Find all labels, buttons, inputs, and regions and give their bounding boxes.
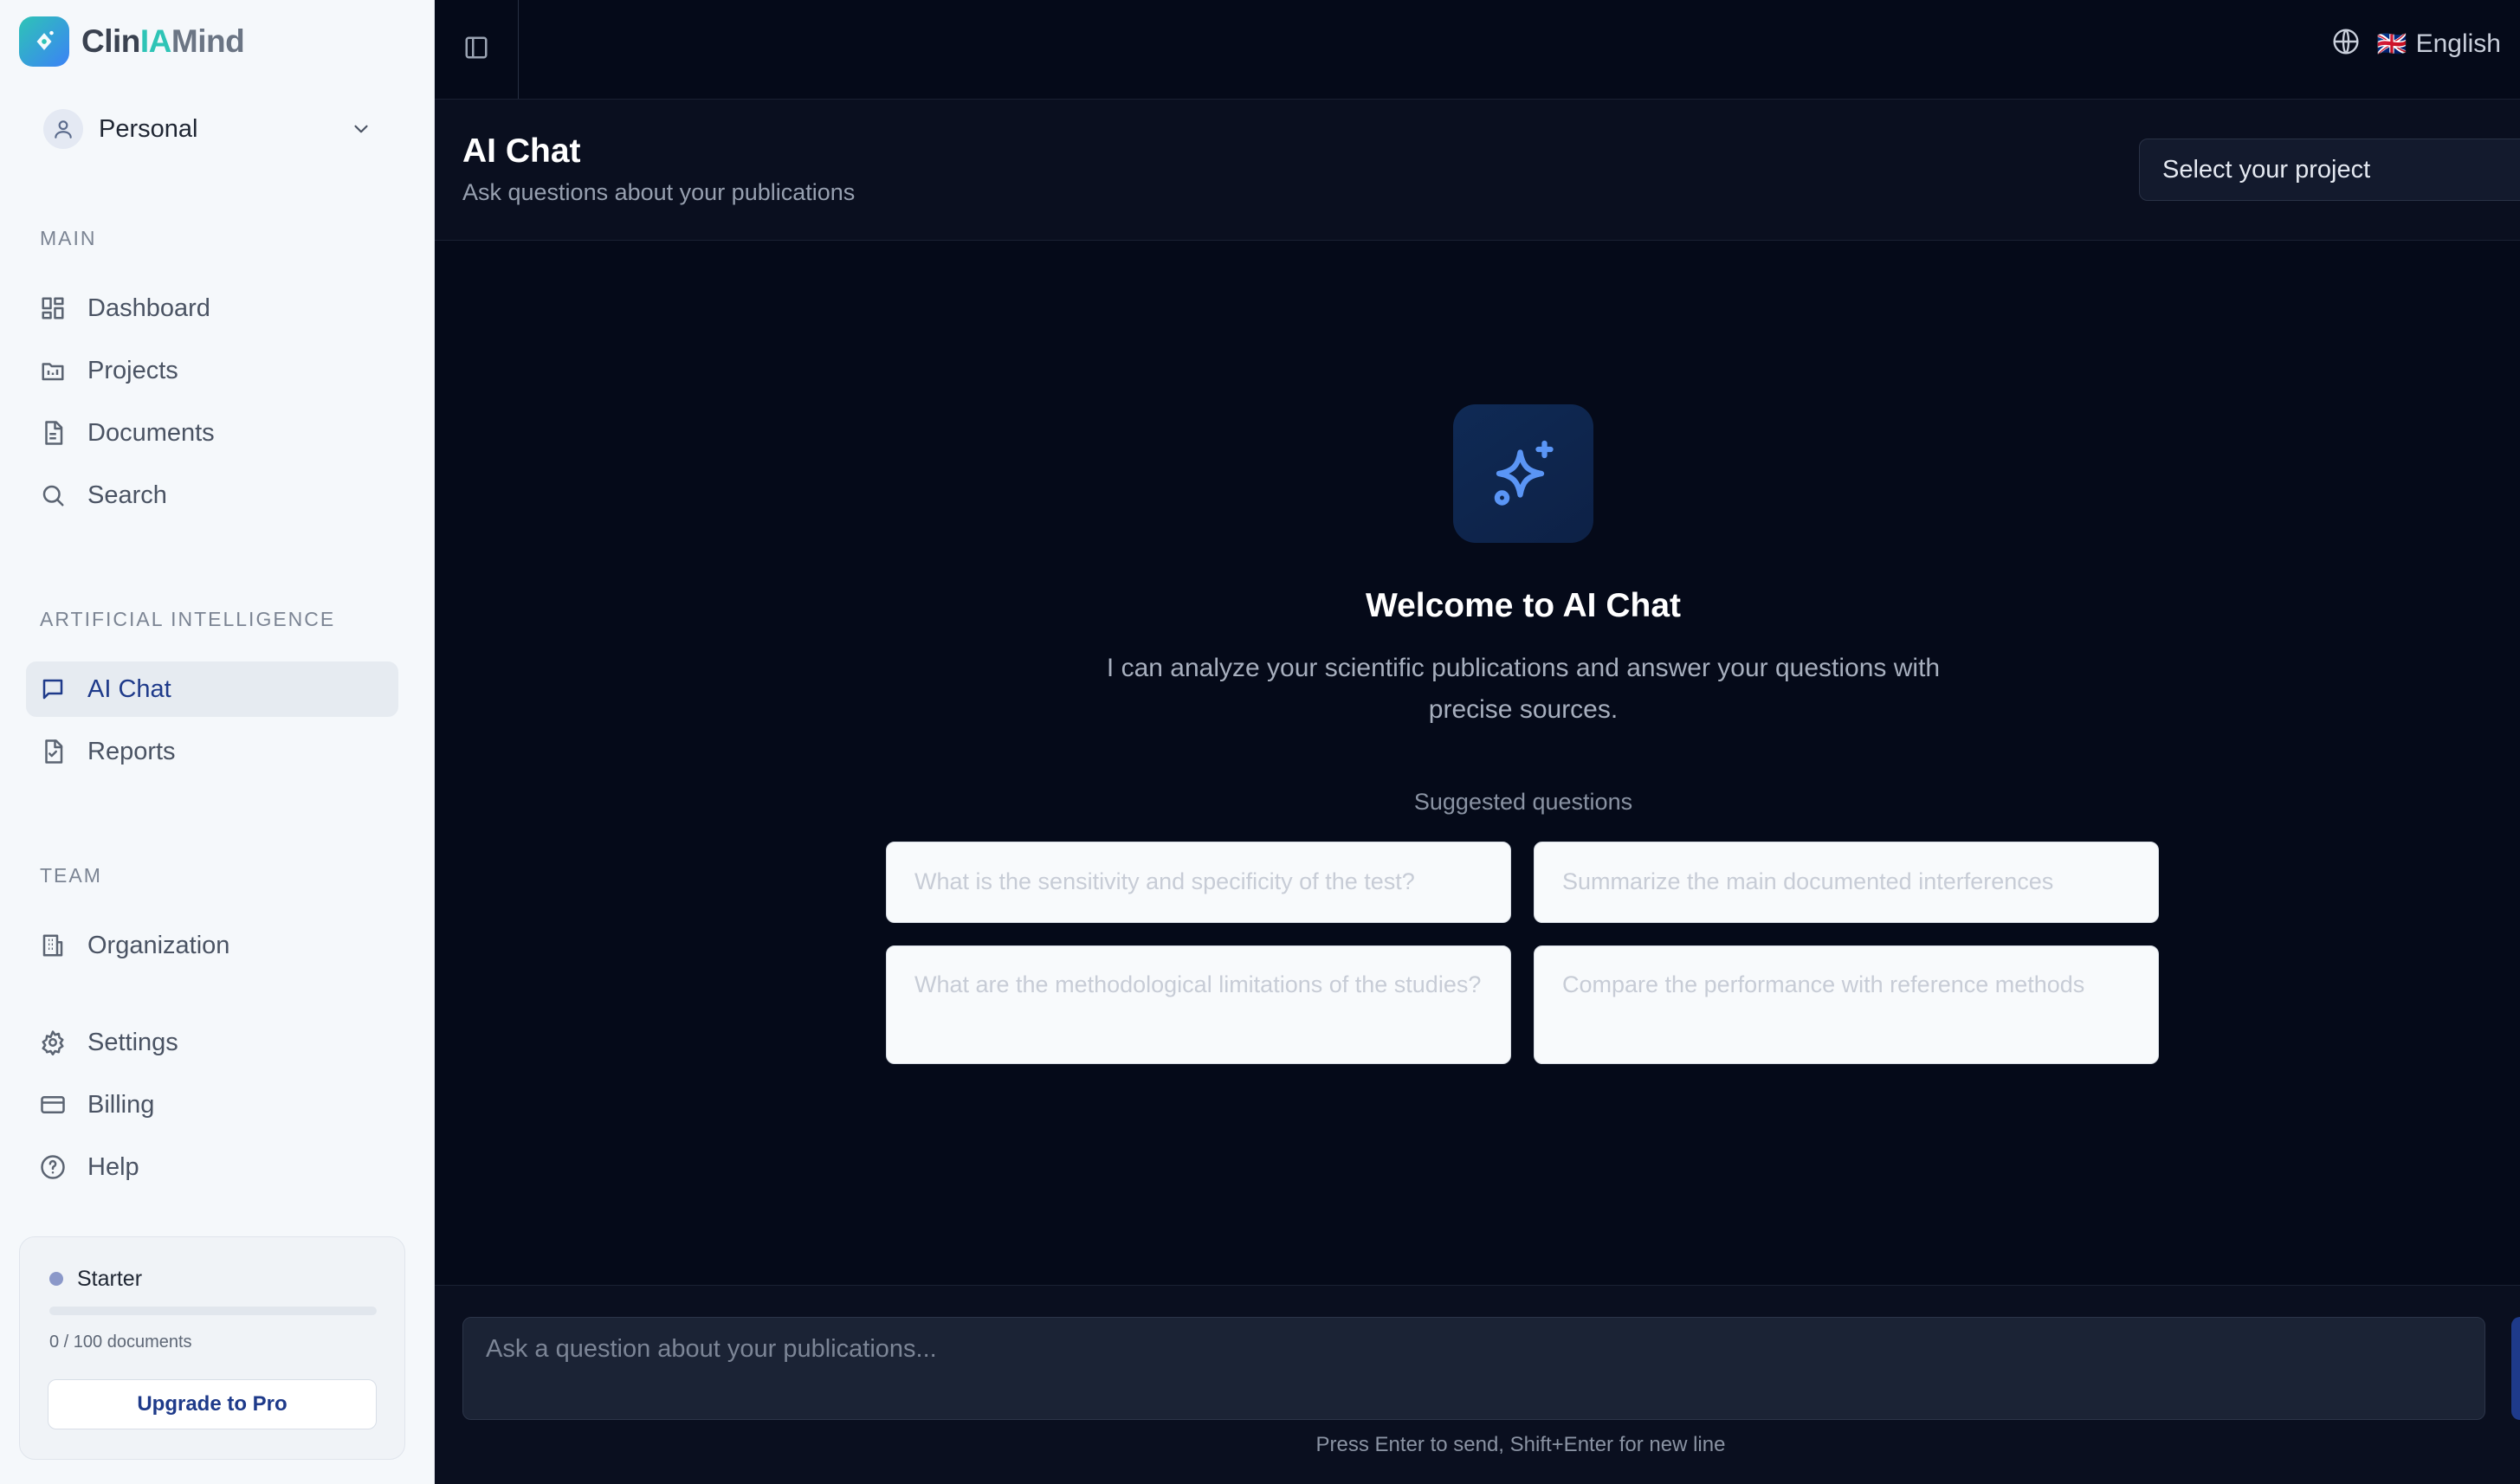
dashboard-icon — [39, 294, 67, 322]
language-selector[interactable]: 🇬🇧 English — [2332, 28, 2501, 60]
plan-usage-bar — [49, 1307, 377, 1315]
logo-text-part-3: Mind — [171, 23, 245, 59]
sidebar-item-label: Dashboard — [87, 294, 210, 322]
page-title: AI Chat — [462, 132, 581, 170]
user-icon — [43, 109, 83, 149]
plan-name: Starter — [77, 1267, 143, 1291]
globe-icon — [2332, 28, 2360, 60]
sidebar-item-reports[interactable]: Reports — [26, 724, 398, 779]
sidebar-item-help[interactable]: Help — [26, 1139, 398, 1195]
logo-text-part-1: Clin — [81, 23, 140, 59]
plan-status-dot — [49, 1272, 63, 1286]
welcome-title: Welcome to AI Chat — [1365, 587, 1682, 624]
credit-card-icon — [39, 1091, 67, 1119]
document-icon — [39, 419, 67, 447]
sidebar-item-organization[interactable]: Organization — [26, 918, 398, 973]
help-icon — [39, 1153, 67, 1181]
workspace-label: Personal — [99, 114, 198, 143]
gear-icon — [39, 1029, 67, 1056]
welcome-description: I can analyze your scientific publicatio… — [1106, 654, 1941, 724]
chevron-down-icon — [350, 118, 372, 145]
chat-input[interactable] — [462, 1317, 2485, 1420]
sidebar-item-billing[interactable]: Billing — [26, 1077, 398, 1132]
suggested-question[interactable]: Compare the performance with reference m… — [1534, 945, 2159, 1064]
composer-area: Press Enter to send, Shift+Enter for new… — [435, 1285, 2520, 1484]
sidebar-item-label: Organization — [87, 931, 230, 959]
top-bar: 🇬🇧 English — [435, 0, 2520, 100]
logo-text-part-2: IA — [139, 23, 172, 59]
workspace-switcher[interactable]: Personal — [28, 99, 391, 159]
suggested-questions-label: Suggested questions — [1413, 789, 1633, 815]
chat-icon — [39, 675, 67, 703]
sidebar-item-label: Projects — [87, 356, 178, 384]
search-icon — [39, 481, 67, 509]
language-flag: 🇬🇧 — [2376, 30, 2407, 57]
building-icon — [39, 932, 67, 959]
logo-icon — [19, 16, 69, 67]
sidebar-item-label: Reports — [87, 737, 176, 765]
upgrade-button[interactable]: Upgrade to Pro — [48, 1379, 377, 1429]
sidebar-item-documents[interactable]: Documents — [26, 405, 398, 461]
sidebar-item-ai-chat[interactable]: AI Chat — [26, 661, 398, 717]
report-icon — [39, 738, 67, 765]
sidebar-item-projects[interactable]: Projects — [26, 343, 398, 398]
sidebar-item-dashboard[interactable]: Dashboard — [26, 281, 398, 336]
page-header: AI Chat Ask questions about your publica… — [435, 100, 2520, 241]
plan-card: Starter 0 / 100 documents Upgrade to Pro — [19, 1236, 405, 1460]
folder-icon — [39, 357, 67, 384]
logo-wordmark: ClinIAMind — [81, 23, 245, 60]
suggested-question[interactable]: What are the methodological limitations … — [886, 945, 1511, 1064]
sparkles-icon — [1453, 404, 1593, 543]
sidebar: ClinIAMind Personal MAIN Dashboard Proje… — [0, 0, 435, 1484]
sidebar-item-label: Settings — [87, 1028, 178, 1056]
sidebar-item-label: Documents — [87, 418, 215, 447]
suggested-question[interactable]: What is the sensitivity and specificity … — [886, 842, 1511, 923]
language-label: English — [2415, 29, 2501, 58]
suggested-question[interactable]: Summarize the main documented interferen… — [1534, 842, 2159, 923]
section-label-main: MAIN — [40, 227, 97, 249]
sidebar-item-label: Billing — [87, 1090, 155, 1119]
sidebar-item-label: AI Chat — [87, 674, 171, 703]
send-button[interactable] — [2511, 1317, 2520, 1420]
section-label-team: TEAM — [40, 864, 102, 887]
plan-usage-count: 0 / 100 documents — [49, 1332, 192, 1352]
project-select[interactable]: Select your project — [2139, 139, 2520, 201]
sidebar-toggle-button[interactable] — [435, 0, 519, 99]
section-label-ai: ARTIFICIAL INTELLIGENCE — [40, 608, 336, 630]
sidebar-toggle-icon — [463, 35, 489, 65]
sidebar-item-settings[interactable]: Settings — [26, 1015, 398, 1070]
page-subtitle: Ask questions about your publications — [462, 179, 856, 205]
composer-hint: Press Enter to send, Shift+Enter for new… — [1315, 1433, 1726, 1456]
app-logo[interactable]: ClinIAMind — [19, 16, 245, 67]
sidebar-item-label: Help — [87, 1152, 139, 1181]
sidebar-item-label: Search — [87, 481, 167, 509]
sidebar-item-search[interactable]: Search — [26, 468, 398, 523]
